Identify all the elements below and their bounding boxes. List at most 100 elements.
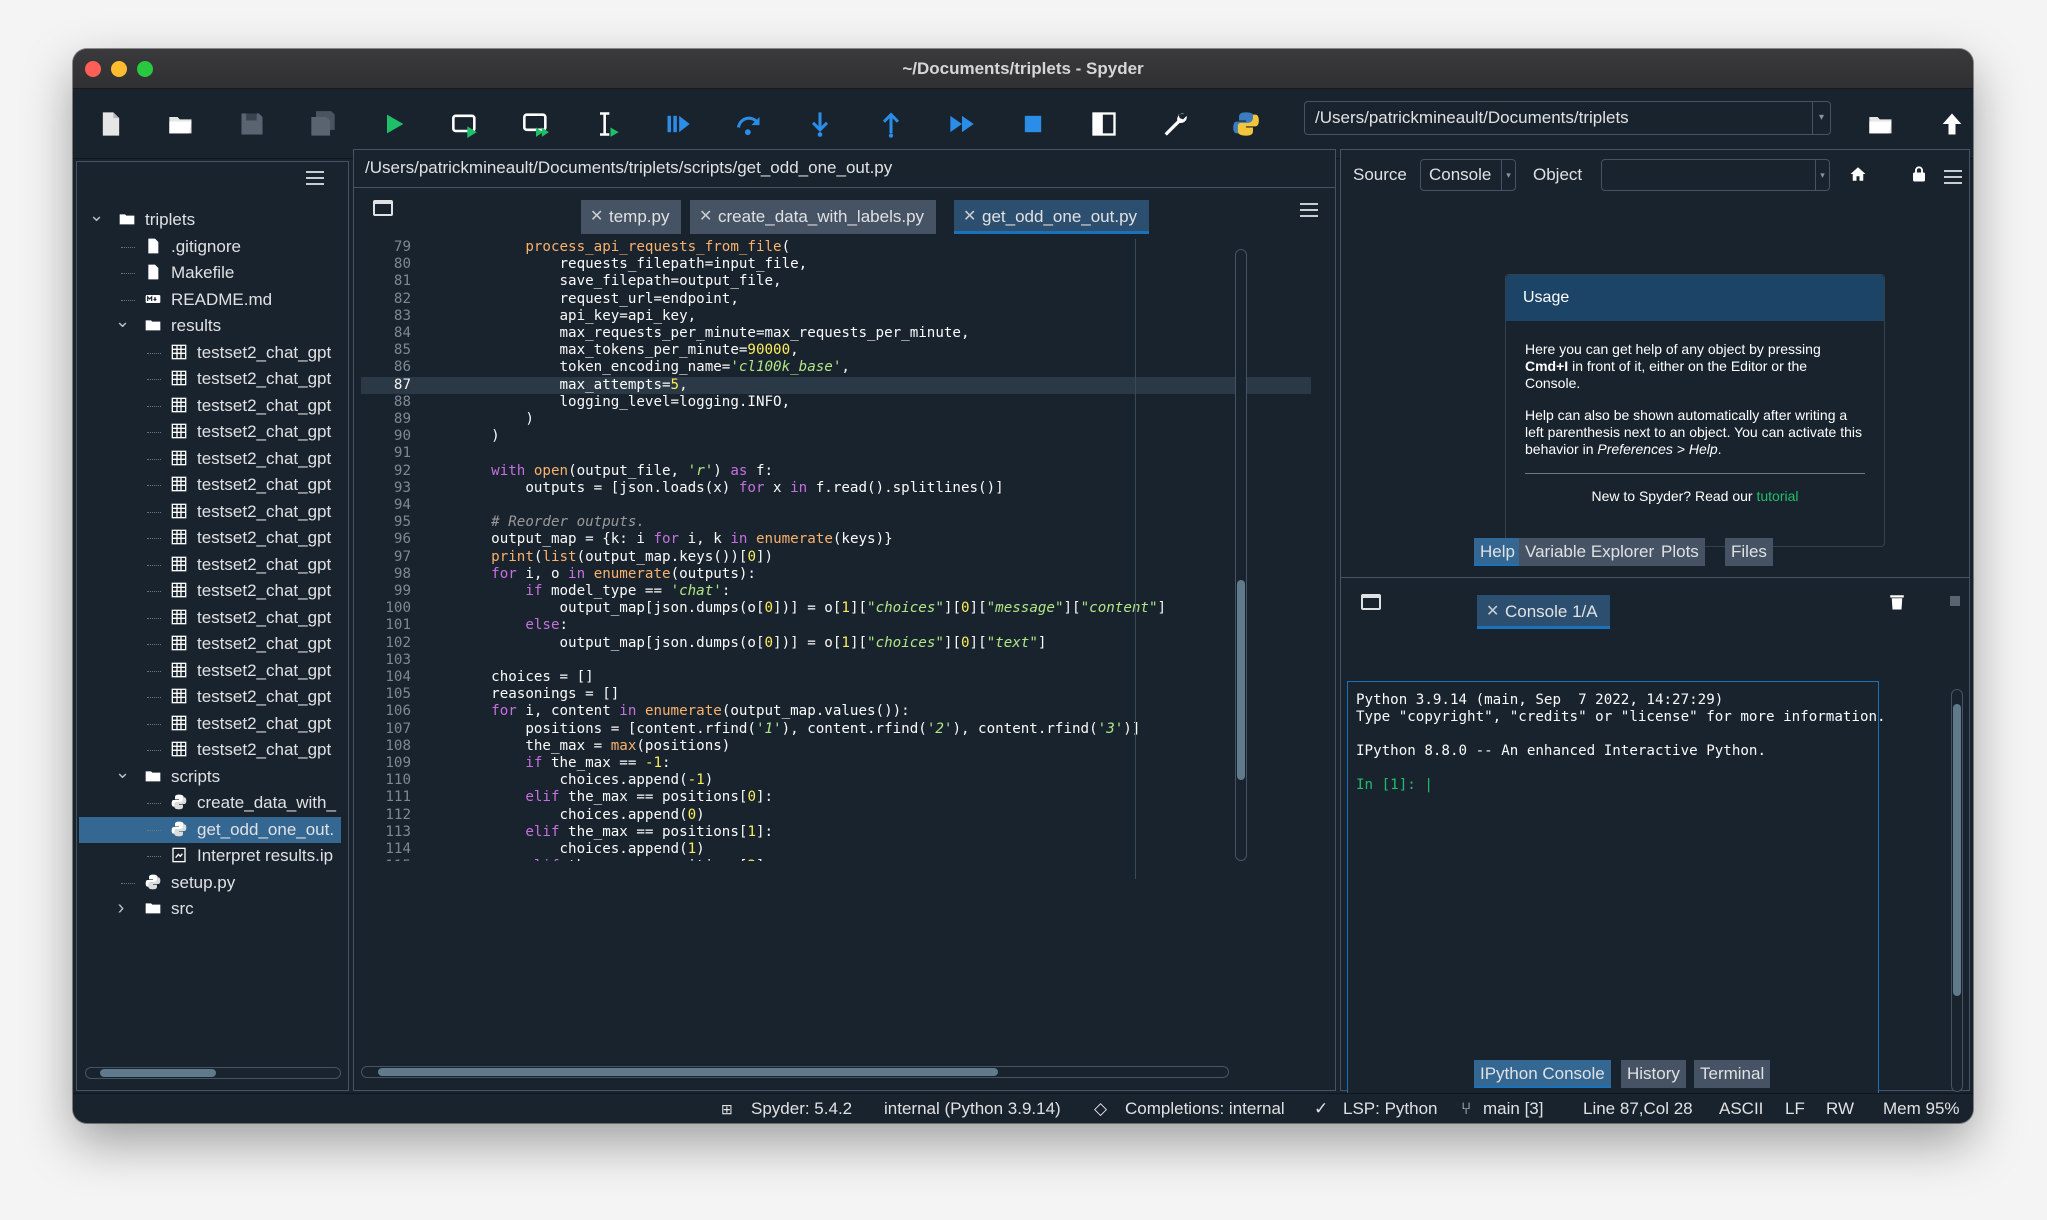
edge-line [1135, 239, 1136, 879]
line-number: 111 [385, 789, 411, 806]
file-tree-item[interactable]: ⌄ results [79, 313, 341, 339]
python-icon [171, 819, 187, 836]
lock-icon[interactable] [1910, 165, 1928, 183]
file-tree-item[interactable]: testset2_chat_gpt [79, 658, 341, 684]
close-icon[interactable]: ✕ [963, 200, 976, 234]
file-tree-item[interactable]: create_data_with_ [79, 790, 341, 816]
tree-branch-line [147, 697, 161, 698]
code-text: output_map[json.dumps(o[0])] = o[1]["cho… [457, 600, 1167, 617]
file-tree-item[interactable]: ⌄ triplets [79, 207, 341, 233]
console-tab-history[interactable]: History [1621, 1060, 1686, 1088]
file-tree-item[interactable]: Makefile [79, 260, 341, 286]
file-tree-item-label: src [171, 899, 194, 918]
debug-icon[interactable] [662, 108, 694, 140]
close-icon[interactable]: ✕ [590, 200, 603, 234]
ipython-console[interactable]: Python 3.9.14 (main, Sep 7 2022, 14:27:2… [1347, 681, 1886, 1105]
file-tree-item[interactable]: testset2_chat_gpt [79, 419, 341, 445]
file-tree-item[interactable]: testset2_chat_gpt [79, 631, 341, 657]
files-horizontal-scrollbar[interactable] [85, 1067, 341, 1079]
file-tree-item[interactable]: ⌄ scripts [79, 764, 341, 790]
file-tree-item[interactable]: testset2_chat_gpt [79, 340, 341, 366]
editor-tab[interactable]: ✕ get_odd_one_out.py [954, 200, 1150, 234]
console-tab-terminal[interactable]: Terminal [1694, 1060, 1771, 1088]
code-line: 103 [361, 652, 1311, 669]
tutorial-link[interactable]: tutorial [1756, 488, 1798, 504]
console-vertical-scrollbar[interactable] [1951, 689, 1963, 1092]
close-icon[interactable]: ✕ [1486, 595, 1499, 629]
object-combo[interactable]: ▾ [1601, 159, 1830, 191]
file-tree-item[interactable]: › src [79, 896, 341, 922]
file-tree-item[interactable]: README.md [79, 287, 341, 313]
browse-tabs-icon[interactable] [373, 200, 393, 216]
code-editor[interactable]: 79 process_api_requests_from_file(80 req… [361, 239, 1311, 861]
file-tree-item[interactable]: testset2_chat_gpt [79, 499, 341, 525]
chevron-down-icon[interactable]: ▾ [1812, 102, 1830, 134]
file-tree-item-label: testset2_chat_gpt [197, 740, 332, 759]
step-over-icon[interactable] [733, 108, 765, 140]
editor-tab[interactable]: ✕ create_data_with_labels.py [690, 200, 937, 234]
source-combo[interactable]: Console ▾ [1420, 159, 1516, 191]
editor-tab[interactable]: ✕ temp.py [581, 200, 682, 234]
new-file-icon[interactable] [95, 108, 127, 140]
file-tree-item[interactable]: testset2_chat_gpt [79, 366, 341, 392]
file-tree-item[interactable]: .gitignore [79, 234, 341, 260]
help-tab-files[interactable]: Files [1725, 538, 1773, 566]
file-tree-item[interactable]: Interpret results.ip [79, 843, 341, 869]
editor-options-menu-icon[interactable] [1300, 203, 1318, 217]
run-cell-icon[interactable] [449, 108, 481, 140]
editor-vertical-scrollbar[interactable] [1235, 249, 1247, 861]
file-tree-item[interactable]: testset2_chat_gpt [79, 605, 341, 631]
help-tab-plots[interactable]: Plots [1655, 538, 1705, 566]
python-path-icon[interactable] [1230, 108, 1262, 140]
run-cell-advance-icon[interactable] [520, 108, 552, 140]
file-tree-item-selected[interactable]: get_odd_one_out. [79, 816, 341, 843]
tree-branch-line [147, 723, 161, 725]
chevron-right-icon[interactable]: › [115, 896, 127, 921]
file-tree-item[interactable]: setup.py [79, 870, 341, 896]
run-selection-icon[interactable] [591, 108, 623, 140]
file-tree-item[interactable]: testset2_chat_gpt [79, 578, 341, 604]
run-icon[interactable] [378, 108, 410, 140]
file-tree-item[interactable]: testset2_chat_gpt [79, 446, 341, 472]
working-directory-combo[interactable]: /Users/patrickmineault/Documents/triplet… [1304, 101, 1831, 135]
editor-horizontal-scrollbar[interactable] [361, 1066, 1229, 1078]
file-tree-item[interactable]: testset2_chat_gpt [79, 684, 341, 710]
help-tab-help[interactable]: Help [1474, 538, 1521, 566]
file-tree-item[interactable]: testset2_chat_gpt [79, 472, 341, 498]
step-out-icon[interactable] [875, 108, 907, 140]
help-tab-variable-explorer[interactable]: Variable Explorer [1519, 538, 1661, 566]
file-tree-item[interactable]: testset2_chat_gpt [79, 737, 341, 763]
files-options-menu-icon[interactable] [306, 171, 324, 185]
console-tab[interactable]: ✕ Console 1/A [1477, 595, 1610, 629]
tree-branch-line [147, 670, 161, 672]
file-tree-item[interactable]: testset2_chat_gpt [79, 711, 341, 737]
console-tab-ipython-console[interactable]: IPython Console [1474, 1060, 1611, 1088]
file-tree-item[interactable]: testset2_chat_gpt [79, 393, 341, 419]
stop-kernel-icon[interactable] [1950, 596, 1960, 606]
help-options-menu-icon[interactable] [1944, 170, 1962, 184]
status-interpreter[interactable]: internal (Python 3.9.14) [884, 1094, 1061, 1123]
home-icon[interactable] [1849, 165, 1867, 183]
browse-consoles-icon[interactable] [1361, 594, 1381, 610]
save-all-icon[interactable] [307, 108, 339, 140]
open-file-icon[interactable] [165, 108, 197, 140]
code-text: if model_type == 'chat': [525, 583, 731, 599]
maximize-pane-icon[interactable] [1088, 108, 1120, 140]
file-tree-item[interactable]: testset2_chat_gpt [79, 525, 341, 551]
save-file-icon[interactable] [236, 108, 268, 140]
close-icon[interactable]: ✕ [699, 200, 712, 234]
preferences-icon[interactable] [1159, 108, 1191, 140]
browse-dir-icon[interactable] [1865, 108, 1897, 140]
console-line: IPython 8.8.0 -- An enhanced Interactive… [1356, 743, 1766, 759]
chevron-down-icon[interactable]: ⌄ [89, 207, 104, 228]
step-into-icon[interactable] [804, 108, 836, 140]
continue-icon[interactable] [946, 108, 978, 140]
trash-icon[interactable] [1888, 593, 1906, 616]
tree-branch-line [121, 273, 135, 274]
file-tree-item-label: testset2_chat_gpt [197, 660, 332, 680]
parent-dir-icon[interactable] [1936, 108, 1968, 140]
chevron-down-icon[interactable]: ⌄ [115, 764, 130, 785]
chevron-down-icon[interactable]: ⌄ [115, 313, 130, 334]
stop-debug-icon[interactable] [1017, 108, 1049, 140]
file-tree-item[interactable]: testset2_chat_gpt [79, 552, 341, 578]
